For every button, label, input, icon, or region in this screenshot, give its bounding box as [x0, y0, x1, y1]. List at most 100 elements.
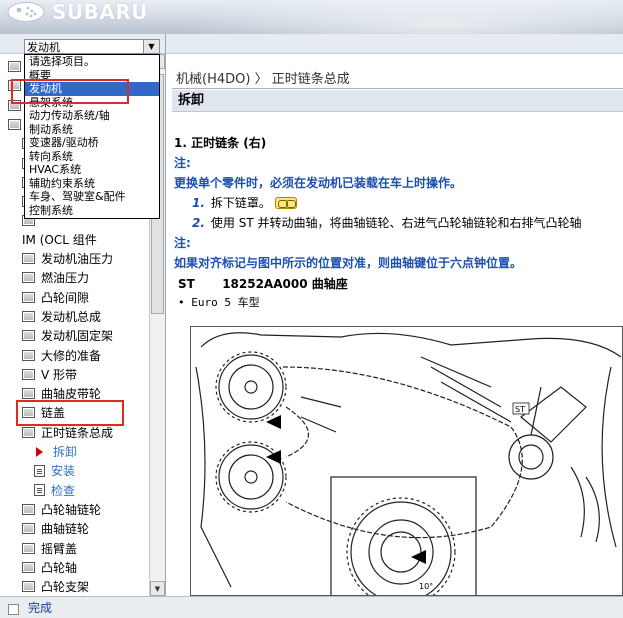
note-text: 更换单个零件时，必须在发动机已装载在车上时操作。 — [174, 176, 463, 190]
category-select[interactable]: 发动机 ▼ — [24, 39, 160, 54]
highlight-box-tree — [16, 400, 124, 426]
brand-name: SUBARU — [52, 0, 149, 24]
note-label: 注: — [174, 156, 191, 170]
special-tool-part: 18252AA000 曲轴座 — [222, 277, 348, 291]
note-text: 如果对齐标记与图中所示的位置对准，则曲轴键位于六点钟位置。 — [174, 256, 523, 270]
breadcrumb: 机械(H4DO) 〉 正时链条总成 — [176, 72, 350, 87]
diagram-label-angle: 10° — [419, 582, 433, 591]
tree-item[interactable]: 凸轮间隙 — [22, 288, 89, 307]
book-icon — [22, 253, 35, 264]
tree-item[interactable]: 曲轴链轮 — [22, 519, 89, 538]
section-header: 拆卸 — [172, 90, 623, 112]
tree-item-label: 发动机油压力 — [41, 252, 114, 266]
tree-item[interactable]: 燃油压力 — [22, 268, 89, 287]
tree-item[interactable]: V 形带 — [22, 365, 77, 384]
tree-item[interactable]: 发动机总成 — [22, 307, 101, 326]
document-icon — [34, 464, 45, 477]
subaru-stars-icon — [7, 2, 45, 22]
book-icon — [22, 291, 35, 303]
step-text: 拆下链罩。 — [210, 196, 271, 210]
document-icon — [34, 484, 45, 497]
note-label: 注: — [174, 236, 191, 250]
open-book-icon — [22, 426, 35, 438]
book-icon — [22, 368, 35, 380]
app-header: SUBARU — [0, 0, 623, 34]
dropdown-option[interactable]: HVAC系统 — [25, 163, 159, 177]
tree-item[interactable]: 凸轮轴链轮 — [22, 500, 101, 519]
chevron-down-icon[interactable]: ▼ — [143, 40, 159, 53]
dropdown-option[interactable]: 动力传动系统/轴 — [25, 109, 159, 123]
book-icon — [22, 272, 35, 284]
model-bullet: • Euro 5 车型 — [178, 296, 260, 309]
engine-diagram-illustration: ST 10° — [195, 332, 622, 595]
page-icon — [6, 601, 20, 615]
tree-item-label: 曲轴链轮 — [41, 522, 90, 537]
tree-item-label: 凸轮间隙 — [41, 290, 90, 305]
highlight-box-dropdown — [11, 79, 129, 104]
category-select-value: 发动机 — [27, 40, 60, 54]
tree-item-label: V 形带 — [41, 367, 78, 382]
tree-item-label: 检查 — [51, 483, 76, 498]
tree-item-label: 发动机总成 — [41, 309, 102, 324]
dropdown-option[interactable]: 控制系统 — [25, 204, 159, 218]
timing-chain-diagram: ST 10° — [190, 326, 623, 596]
dropdown-option[interactable]: 变速器/驱动桥 — [25, 136, 159, 150]
book-icon — [22, 561, 35, 573]
dropdown-option[interactable]: 转向系统 — [25, 150, 159, 164]
tree-item[interactable]: 摇臂盖 — [22, 539, 77, 558]
tree-item-label: 凸轮轴 — [41, 560, 78, 575]
tree-item-label: 发动机固定架 — [41, 329, 114, 344]
step-number: 2. — [192, 215, 205, 230]
nav-toolbar: 发动机 ▼ — [0, 34, 165, 54]
dropdown-option[interactable]: 车身、驾驶室&配件 — [25, 190, 159, 204]
subaru-logo: SUBARU — [6, 0, 148, 24]
tree-item-partial[interactable]: IM (OCL 组件 — [22, 230, 97, 249]
tree-item[interactable]: 安装 — [34, 461, 75, 480]
diagram-label-st: ST — [515, 405, 525, 414]
tree-item-label: 大修的准备 — [41, 348, 102, 363]
tree-item[interactable]: 凸轮支架 — [22, 577, 89, 596]
tree-item[interactable]: 发动机油压力 — [22, 249, 113, 268]
book-icon — [22, 523, 35, 535]
tree-item[interactable]: 检查 — [34, 481, 75, 500]
scroll-down-icon[interactable]: ▼ — [150, 581, 165, 596]
section-title: 拆卸 — [178, 93, 205, 108]
book-icon — [8, 118, 21, 130]
tree-item-label: 凸轮轴链轮 — [41, 502, 102, 517]
header-swoosh — [180, 0, 623, 34]
dropdown-option[interactable]: 辅助约束系统 — [25, 177, 159, 191]
tree-item-label: 摇臂盖 — [41, 541, 78, 556]
tree-item[interactable]: 发动机固定架 — [22, 326, 113, 345]
tree-item[interactable]: 大修的准备 — [22, 346, 101, 365]
current-page-arrow-icon — [36, 446, 43, 457]
divider — [172, 88, 623, 89]
tree-item-label: 燃油压力 — [41, 271, 90, 286]
tree-item-label: 安装 — [51, 464, 76, 479]
tree-item-label: 凸轮支架 — [41, 580, 90, 595]
book-icon — [22, 310, 35, 322]
special-tool-code: ST — [178, 277, 195, 291]
step-2: 2. 使用 ST 并转动曲轴，将曲轴链轮、右进气凸轮轴链轮和右排气凸轮轴 — [192, 214, 582, 231]
status-text: 完成 — [28, 601, 53, 615]
book-icon — [22, 330, 35, 342]
procedure-heading: 1. 正时链条 (右) — [174, 136, 267, 150]
step-number: 1. — [192, 195, 205, 210]
tree-item[interactable]: 凸轮轴 — [22, 558, 77, 577]
step-text: 使用 ST 并转动曲轴，将曲轴链轮、右进气凸轮轴链轮和右排气凸轮轴 — [210, 216, 582, 230]
step-1: 1. 拆下链罩。 — [192, 194, 297, 211]
content-toolbar — [166, 34, 623, 54]
book-icon — [22, 388, 35, 400]
chain-link-icon[interactable] — [274, 196, 297, 209]
dropdown-option[interactable]: 制动系统 — [25, 123, 159, 137]
book-icon — [22, 349, 35, 361]
tree-item-label: IM (OCL 组件 — [22, 233, 97, 247]
tree-item-label: 拆卸 — [53, 445, 78, 459]
tree-item-label: 正时链条总成 — [41, 425, 114, 440]
book-icon — [22, 503, 35, 515]
book-icon — [8, 61, 21, 72]
book-icon — [22, 542, 35, 554]
dropdown-option[interactable]: 请选择项目。 — [25, 55, 159, 69]
tree-item[interactable]: 拆卸 — [34, 442, 77, 461]
status-bar: 完成 — [0, 596, 623, 618]
book-icon — [22, 581, 35, 593]
